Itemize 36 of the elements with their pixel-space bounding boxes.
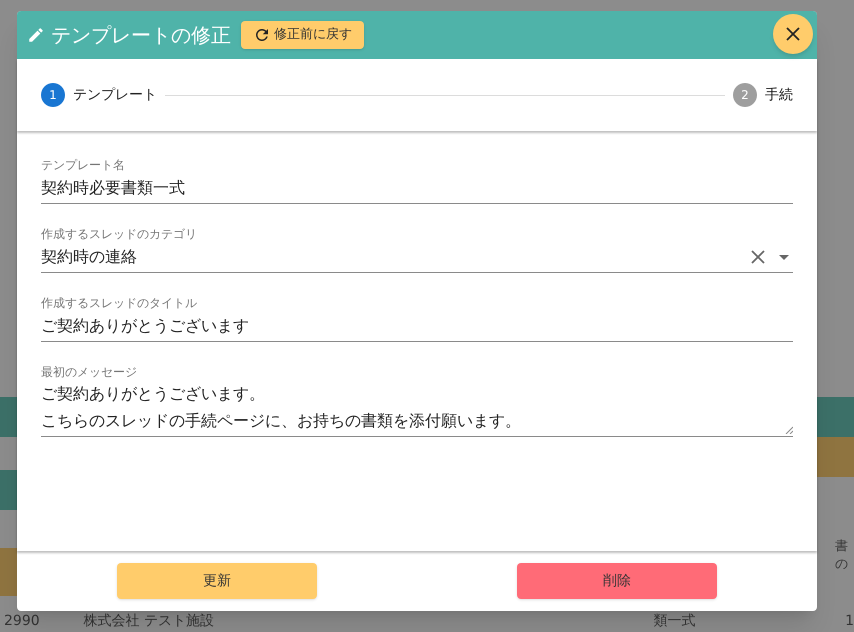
close-icon [786, 27, 800, 41]
field-label: テンプレート名 [41, 157, 126, 173]
refresh-icon [253, 26, 271, 44]
step-label: 手続 [765, 86, 793, 104]
field-label: 作成するスレッドのカテゴリ [41, 226, 198, 242]
table-cell-text: 類一式 [654, 612, 697, 631]
section-header-bar [817, 397, 854, 437]
table-cell-text: 2990 [4, 612, 41, 631]
table-cell-text: 株式会社 テスト施設 [84, 612, 216, 631]
message-line: ご契約ありがとうございます。 [41, 383, 265, 405]
field-label: 作成するスレッドのタイトル [41, 295, 198, 311]
section-header-bar [0, 470, 17, 510]
close-button[interactable] [773, 14, 813, 54]
text-field[interactable]: ご契約ありがとうございます [41, 311, 793, 342]
revert-button[interactable]: 修正前に戻す [241, 21, 364, 49]
clear-icon[interactable] [751, 250, 765, 264]
field-label: 最初のメッセージ [41, 364, 138, 380]
delete-button[interactable]: 削除 [517, 563, 717, 599]
resize-handle-icon[interactable] [785, 426, 793, 434]
highlighted-row [0, 548, 17, 596]
column-header: の [835, 556, 848, 574]
message-line: こちらのスレッドの手続ページに、お持ちの書類を添付願います。 [41, 410, 521, 432]
update-button[interactable]: 更新 [117, 563, 317, 599]
pencil-icon [27, 26, 45, 44]
message-field[interactable]: ご契約ありがとうございます。 こちらのスレッドの手続ページに、お持ちの書類を添付願います。 [41, 380, 793, 437]
dropdown-caret-icon[interactable] [779, 254, 789, 260]
dialog-title: テンプレートの修正 [51, 22, 231, 49]
table-cell-text: 1 [845, 612, 854, 631]
highlighted-row [817, 437, 854, 477]
text-field[interactable]: 契約時必要書類一式 [41, 173, 793, 204]
step-number: 2 [733, 83, 757, 107]
category-select[interactable]: 契約時の連絡 [41, 242, 793, 273]
step-label: テンプレート [73, 86, 157, 104]
section-header-bar [0, 397, 17, 437]
column-header: 書 [835, 538, 848, 556]
step-number: 1 [41, 83, 65, 107]
